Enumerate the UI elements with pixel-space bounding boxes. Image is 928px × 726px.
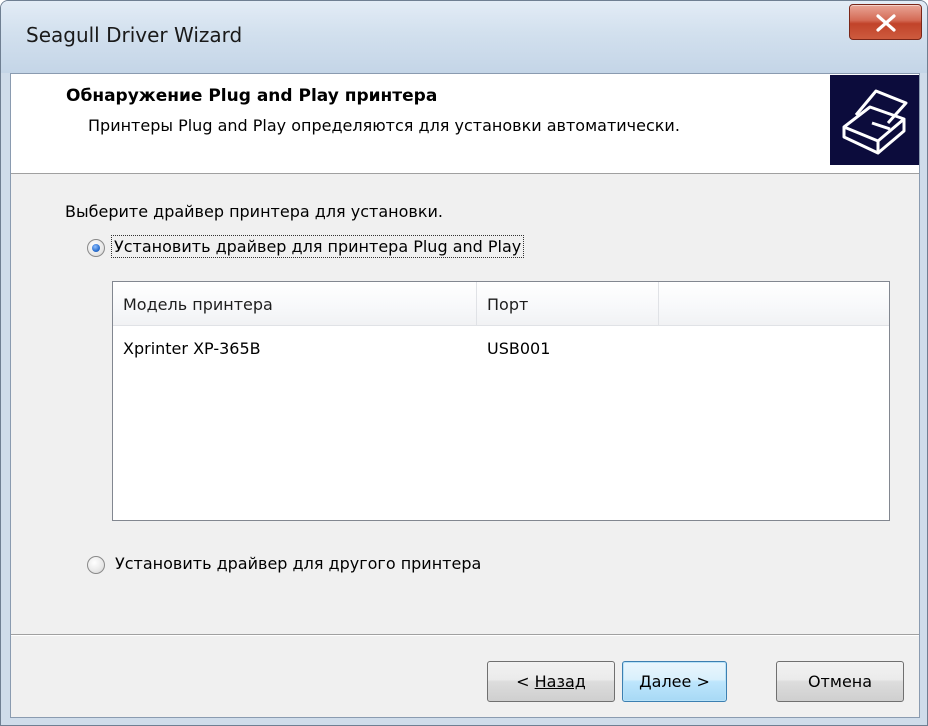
header-title: Обнаружение Plug and Play принтера	[66, 86, 438, 106]
cell-printer-model: Xprinter XP-365B	[123, 339, 261, 358]
cancel-button[interactable]: Отмена	[776, 661, 904, 702]
header-subtitle: Принтеры Plug and Play определяются для …	[88, 116, 680, 135]
wizard-client-area: Обнаружение Plug and Play принтера Принт…	[10, 73, 920, 718]
driver-prompt: Выберите драйвер принтера для установки.	[65, 202, 443, 221]
radio-other-printer-label[interactable]: Установить драйвер для другого принтера	[115, 554, 481, 573]
title-bar[interactable]: Seagull Driver Wizard	[1, 1, 927, 73]
table-row[interactable]: Xprinter XP-365B USB001	[113, 326, 889, 366]
printer-list[interactable]: Модель принтера Порт Xprinter XP-365B US…	[112, 281, 890, 521]
back-button-prefix: <	[516, 672, 535, 691]
column-header-model[interactable]: Модель принтера	[113, 282, 477, 326]
wizard-header: Обнаружение Plug and Play принтера Принт…	[11, 74, 919, 174]
radio-plug-and-play[interactable]	[87, 239, 105, 257]
close-button[interactable]	[849, 4, 922, 40]
window-title: Seagull Driver Wizard	[26, 23, 243, 47]
cell-printer-port: USB001	[487, 339, 551, 358]
close-icon	[876, 14, 896, 32]
radio-plug-and-play-label[interactable]: Установить драйвер для принтера Plug and…	[110, 235, 525, 258]
next-button[interactable]: Далее >	[622, 661, 727, 702]
wizard-window: Seagull Driver Wizard Обнаружение Plug a…	[0, 0, 928, 726]
printer-list-header: Модель принтера Порт	[113, 282, 889, 326]
back-button-label: Назад	[534, 672, 586, 691]
back-button[interactable]: < Назад	[487, 661, 615, 702]
radio-other-printer[interactable]	[87, 556, 105, 574]
column-header-port[interactable]: Порт	[477, 282, 659, 326]
footer-separator	[11, 634, 919, 636]
printer-icon	[830, 75, 919, 165]
column-header-empty[interactable]	[659, 282, 889, 326]
